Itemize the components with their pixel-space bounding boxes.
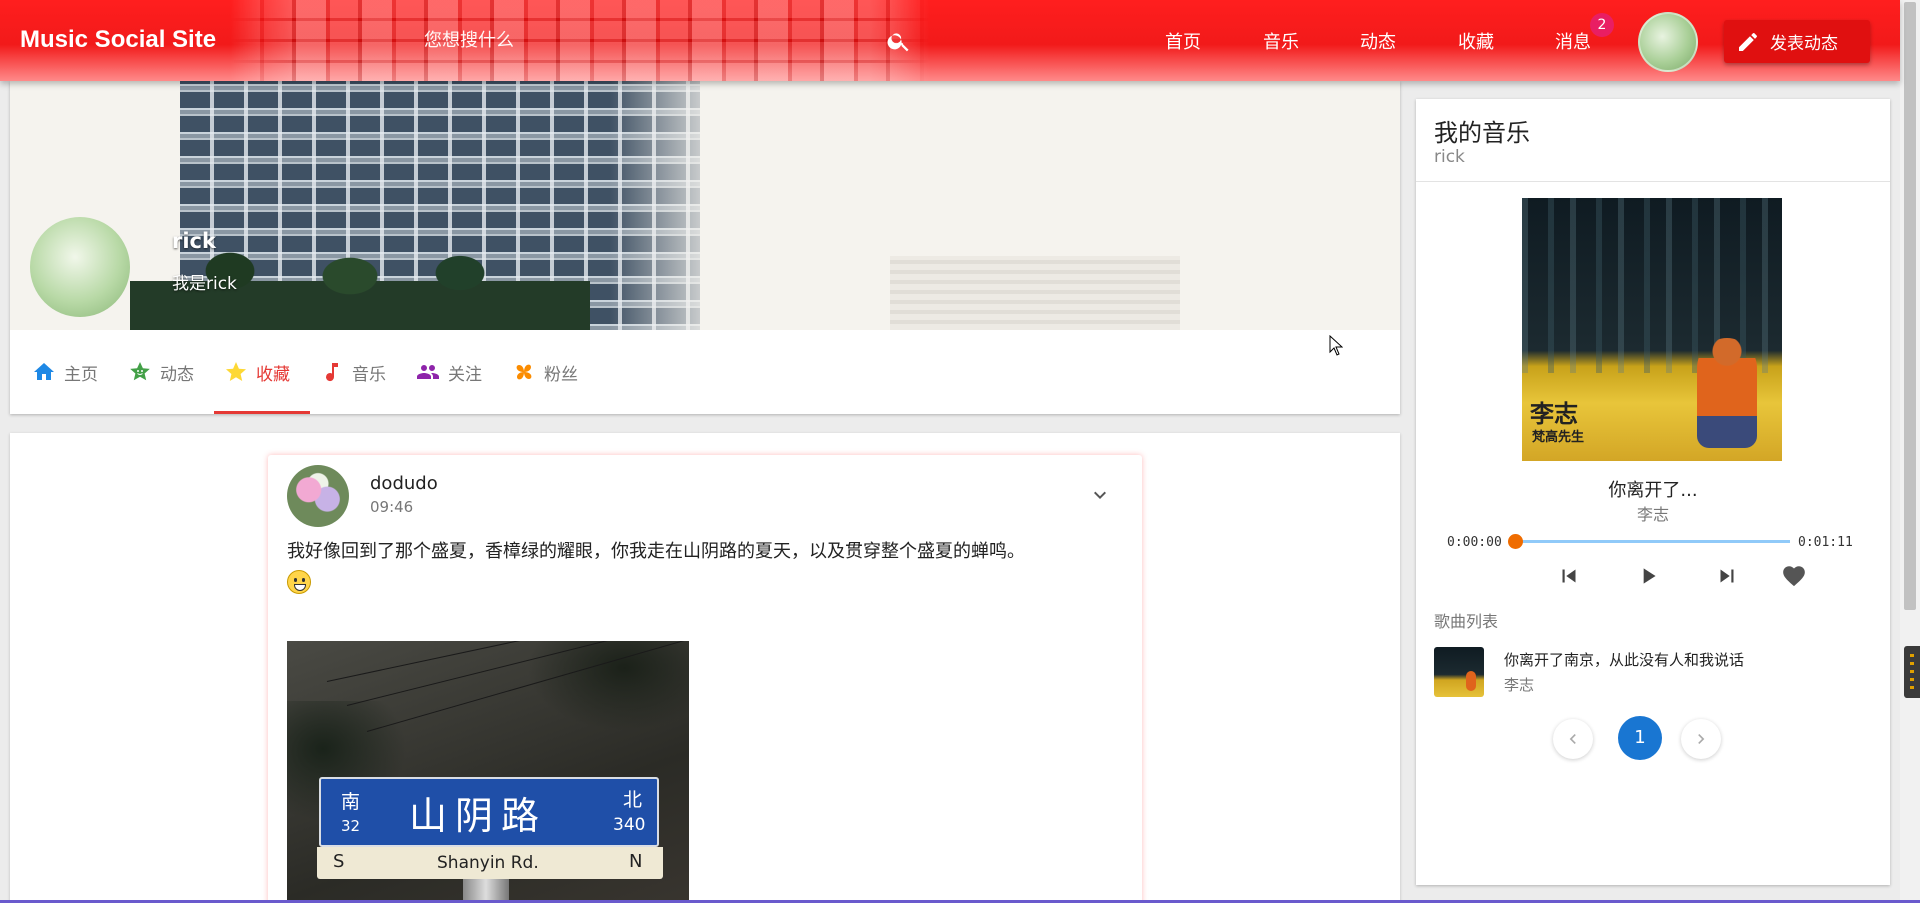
- page-scrollbar[interactable]: [1900, 0, 1920, 903]
- post-button-label: 发表动态: [1770, 34, 1838, 54]
- tab-feed[interactable]: 动态: [118, 330, 214, 414]
- tab-music[interactable]: 音乐: [310, 330, 406, 414]
- favorites-feed: dodudo 09:46 我好像回到了那个盛夏，香樟绿的耀眼，你我走在山阴路的夏…: [10, 433, 1400, 903]
- nav-music[interactable]: 音乐: [1263, 28, 1299, 54]
- sign-right-direction: 北: [623, 789, 643, 811]
- side-widget-handle[interactable]: [1904, 646, 1920, 698]
- search-icon[interactable]: [886, 28, 912, 54]
- post-timestamp: 09:46: [370, 498, 414, 516]
- tab-fans[interactable]: 粉丝: [502, 330, 598, 414]
- chevron-right-icon: [1698, 734, 1705, 744]
- nav-messages[interactable]: 消息: [1555, 28, 1591, 54]
- album-cover: 李志 梵高先生: [1522, 198, 1782, 461]
- people-icon: [417, 365, 439, 379]
- sign-road-name: 山阴路: [409, 794, 548, 838]
- cover-album-text: 梵高先生: [1532, 430, 1585, 445]
- smiley-star-icon: [130, 362, 150, 381]
- panel-title: 我的音乐: [1434, 119, 1530, 147]
- pinwheel-icon: [516, 364, 532, 380]
- skip-next-icon[interactable]: [1714, 563, 1740, 589]
- heart-icon[interactable]: [1781, 563, 1807, 589]
- nav-favorites[interactable]: 收藏: [1458, 28, 1494, 54]
- scrollbar-thumb[interactable]: [1904, 2, 1916, 610]
- profile-tabs: 主页 动态 收藏 音乐 关注 粉丝: [10, 330, 1400, 414]
- duration: 0:01:11: [1798, 535, 1853, 550]
- current-time: 0:00:00: [1447, 535, 1502, 550]
- mouse-cursor-icon: [1329, 335, 1343, 356]
- sign-left-direction: 南: [341, 791, 361, 813]
- street-sign-strip: S Shanyin Rd. N: [317, 847, 663, 879]
- tab-label: 音乐: [352, 364, 386, 385]
- cover-figure: [1697, 338, 1757, 448]
- cover-artist-text: 李志: [1530, 399, 1578, 428]
- sign-south: S: [333, 851, 345, 872]
- street-sign: 南 32 山阴路 北 340: [319, 777, 659, 847]
- profile-card: rick 我是rick 主页 动态 收藏 音乐 关注 粉丝: [10, 81, 1400, 414]
- post-text: 我好像回到了那个盛夏，香樟绿的耀眼，你我走在山阴路的夏天，以及贯穿整个盛夏的蝉鸣…: [287, 541, 1025, 562]
- pencil-icon: [1739, 32, 1757, 51]
- progress-knob[interactable]: [1508, 534, 1523, 549]
- cover-fade: [610, 81, 730, 330]
- site-brand[interactable]: Music Social Site: [20, 26, 216, 54]
- tab-home[interactable]: 主页: [22, 330, 118, 414]
- tab-label: 关注: [448, 364, 482, 385]
- playlist-item[interactable]: 你离开了南京，从此没有人和我说话 李志: [1434, 647, 1874, 699]
- user-avatar[interactable]: [1638, 12, 1698, 72]
- post-card: dodudo 09:46 我好像回到了那个盛夏，香樟绿的耀眼，你我走在山阴路的夏…: [268, 455, 1142, 903]
- tab-favorites[interactable]: 收藏: [214, 330, 310, 414]
- playlist-label: 歌曲列表: [1434, 612, 1499, 631]
- post-author-name[interactable]: dodudo: [370, 473, 438, 494]
- post-update-button[interactable]: 发表动态: [1724, 20, 1870, 63]
- tab-label: 动态: [160, 364, 194, 385]
- panel-owner: rick: [1434, 147, 1465, 167]
- grinning-emoji-icon: [287, 570, 311, 594]
- music-note-icon: [326, 363, 338, 382]
- tab-label: 粉丝: [544, 364, 578, 385]
- panel-divider: [1416, 181, 1890, 182]
- post-author-avatar[interactable]: [287, 465, 349, 527]
- playlist-item-title: 你离开了南京，从此没有人和我说话: [1504, 651, 1745, 669]
- message-count-badge: 2: [1590, 13, 1614, 37]
- cover-building-far: [890, 256, 1180, 330]
- tab-label: 收藏: [256, 364, 290, 385]
- nav-feed[interactable]: 动态: [1360, 28, 1396, 54]
- home-icon: [34, 363, 54, 380]
- playlist-item-artist: 李志: [1504, 676, 1535, 694]
- skip-previous-icon[interactable]: [1556, 563, 1582, 589]
- profile-bio: 我是rick: [172, 274, 237, 294]
- prev-page-button[interactable]: [1553, 719, 1593, 759]
- post-body: 我好像回到了那个盛夏，香樟绿的耀眼，你我走在山阴路的夏天，以及贯穿整个盛夏的蝉鸣…: [287, 537, 1127, 597]
- next-page-button[interactable]: [1681, 719, 1721, 759]
- sign-north: N: [629, 851, 643, 872]
- chevron-down-icon[interactable]: [1088, 483, 1112, 507]
- song-thumbnail: [1434, 647, 1484, 697]
- star-icon: [226, 362, 246, 381]
- tab-following[interactable]: 关注: [406, 330, 502, 414]
- post-image[interactable]: 南 32 山阴路 北 340 S Shanyin Rd. N: [287, 641, 689, 903]
- sign-left-number: 32: [341, 817, 361, 835]
- progress-slider[interactable]: [1513, 540, 1790, 543]
- play-icon[interactable]: [1635, 563, 1661, 589]
- nav-home[interactable]: 首页: [1165, 28, 1201, 54]
- profile-name: rick: [172, 229, 216, 253]
- profile-avatar[interactable]: [30, 217, 130, 317]
- sign-english-name: Shanyin Rd.: [437, 853, 539, 873]
- search-input[interactable]: [424, 26, 864, 54]
- now-playing-title: 你离开了...: [1608, 480, 1698, 501]
- current-page-button[interactable]: 1: [1618, 716, 1662, 760]
- tab-label: 主页: [64, 364, 98, 385]
- now-playing-artist: 李志: [1636, 505, 1669, 524]
- search-box: [424, 26, 914, 58]
- top-app-bar: Music Social Site 首页 音乐 动态 收藏 消息 2 发表动态: [0, 0, 1900, 81]
- music-player-panel: 我的音乐 rick 李志 梵高先生 你离开了... 李志 0:00:00 0:0…: [1416, 99, 1890, 885]
- sign-right-number: 340: [613, 815, 646, 835]
- chevron-left-icon: [1569, 734, 1576, 744]
